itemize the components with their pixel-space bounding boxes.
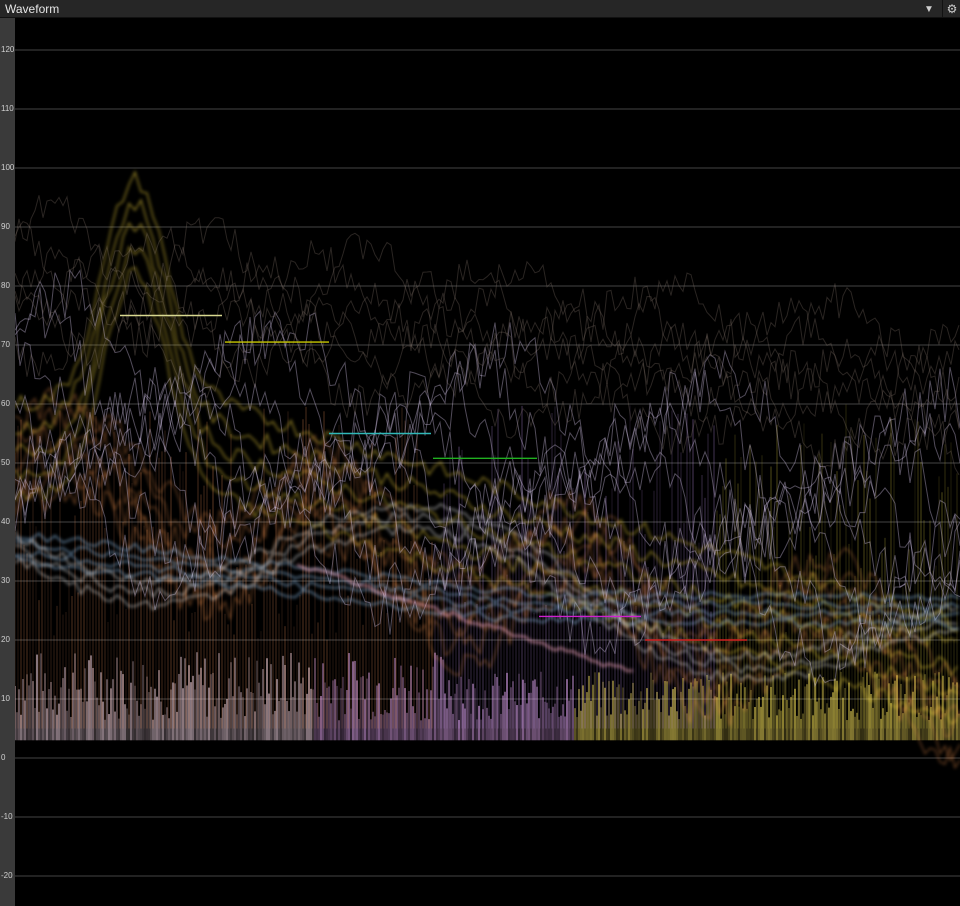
scale-label: 70: [1, 340, 10, 349]
scale-label: 90: [1, 222, 10, 231]
scale-label: -20: [1, 871, 13, 880]
scale-label: 80: [1, 281, 10, 290]
waveform-trace: [15, 291, 960, 476]
scale-label: 100: [1, 163, 15, 172]
chevron-down-icon[interactable]: ▼: [920, 0, 938, 18]
scale-label: 40: [1, 517, 10, 526]
title-bar: Waveform ▼ ⚙: [0, 0, 960, 18]
scale-label: 30: [1, 576, 10, 585]
scale-label: 0: [1, 753, 6, 762]
scale-label: 110: [1, 104, 14, 113]
gear-icon[interactable]: ⚙: [942, 0, 960, 18]
scale-ruler: 120 110 100 90 80 70 60 50 40 30 20 10 0 -10 -20: [0, 18, 15, 906]
panel-title: Waveform: [5, 2, 60, 16]
scale-label: 50: [1, 458, 10, 467]
scale-label: 120: [1, 45, 15, 54]
waveform-graph: [15, 49, 960, 877]
scale-label: 10: [1, 694, 10, 703]
waveform-scope: [15, 18, 960, 906]
scale-label: 60: [1, 399, 10, 408]
scale-label: -10: [1, 812, 13, 821]
scale-label: 20: [1, 635, 10, 644]
